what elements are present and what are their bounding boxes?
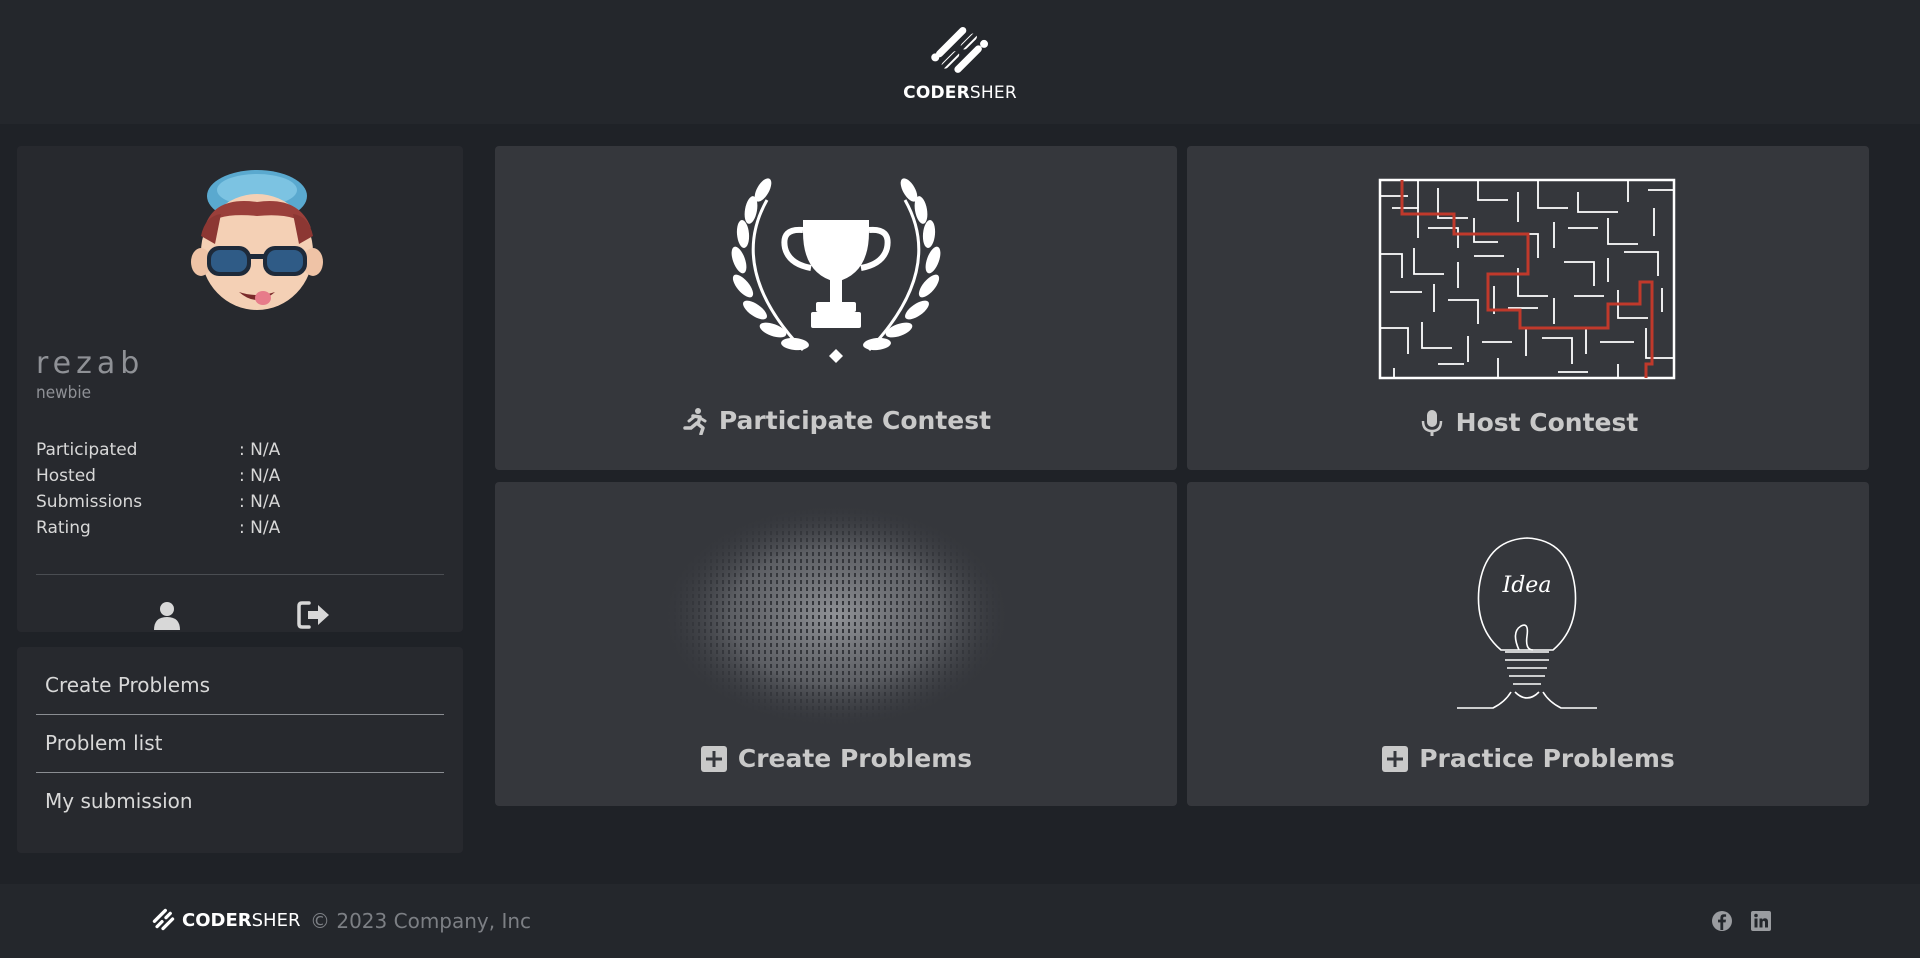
plus-square-icon: [700, 745, 727, 772]
tile-caption: Practice Problems: [1187, 744, 1869, 773]
menu-item-my-submission[interactable]: My submission: [36, 773, 444, 831]
create-problems-tile[interactable]: Create Problems: [495, 482, 1177, 806]
logo-light: SHER: [969, 83, 1017, 103]
tile-caption: Create Problems: [495, 744, 1177, 773]
sign-out-icon[interactable]: [297, 600, 331, 630]
user-icon[interactable]: [152, 600, 182, 630]
profile-stats: Participated : N/A Hosted : N/A Submissi…: [36, 440, 436, 544]
idea-text: Idea: [1502, 573, 1552, 598]
divider: [36, 574, 444, 575]
main-content: rezab newbie Participated : N/A Hosted :…: [0, 124, 1920, 884]
stat-label: Participated: [36, 440, 138, 460]
profile-card: rezab newbie Participated : N/A Hosted :…: [17, 146, 463, 632]
menu-item-create-problems[interactable]: Create Problems: [36, 657, 444, 715]
tile-label: Host Contest: [1455, 408, 1639, 437]
stat-value: : N/A: [239, 440, 281, 460]
binary-cloud-image: [661, 504, 1011, 728]
host-contest-tile[interactable]: Host Contest: [1187, 146, 1869, 470]
logo-bold: CODER: [903, 83, 970, 103]
linkedin-icon[interactable]: [1750, 910, 1772, 932]
footer-logo-light: SHER: [251, 909, 301, 931]
side-menu: Create Problems Problem list My submissi…: [17, 647, 463, 853]
username: rezab: [36, 346, 145, 381]
footer-logo[interactable]: CODERSHER: [150, 906, 300, 934]
menu-item-problem-list[interactable]: Problem list: [36, 715, 444, 773]
facebook-icon[interactable]: [1711, 910, 1733, 932]
stat-label: Hosted: [36, 466, 96, 486]
tile-caption: Participate Contest: [495, 406, 1177, 435]
footer-logo-bold: CODER: [182, 909, 252, 931]
codersher-logo-icon[interactable]: [930, 21, 990, 81]
avatar: [191, 170, 323, 310]
tile-caption: Host Contest: [1187, 408, 1869, 437]
stat-row: Submissions : N/A: [36, 492, 436, 518]
microphone-icon: [1421, 409, 1442, 436]
trophy-laurel-image: [731, 178, 941, 363]
site-header: CODERSHER: [0, 0, 1920, 124]
user-rank: newbie: [36, 383, 91, 403]
plus-square-icon: [1382, 745, 1409, 772]
maze-image: [1378, 178, 1676, 380]
idea-lightbulb-image: Idea: [1457, 537, 1597, 709]
tile-label: Practice Problems: [1419, 744, 1675, 773]
stat-row: Hosted : N/A: [36, 466, 436, 492]
stat-value: : N/A: [239, 518, 281, 538]
copyright-text: © 2023 Company, Inc: [310, 909, 532, 933]
tile-label: Participate Contest: [718, 406, 992, 435]
stat-value: : N/A: [239, 466, 281, 486]
stat-value: : N/A: [239, 492, 281, 512]
stat-label: Rating: [36, 518, 91, 538]
stat-label: Submissions: [36, 492, 143, 512]
footer-wordmark: CODERSHER: [182, 910, 300, 931]
codersher-logo-icon: [152, 908, 175, 931]
stat-row: Rating : N/A: [36, 518, 436, 544]
stat-row: Participated : N/A: [36, 440, 436, 466]
logo-wordmark: CODERSHER: [903, 83, 1017, 103]
site-footer: CODERSHER © 2023 Company, Inc: [0, 884, 1920, 958]
tile-label: Create Problems: [737, 744, 973, 773]
profile-actions: [17, 592, 463, 632]
practice-problems-tile[interactable]: Idea Practice Problems: [1187, 482, 1869, 806]
running-person-icon: [683, 407, 707, 435]
participate-contest-tile[interactable]: Participate Contest: [495, 146, 1177, 470]
